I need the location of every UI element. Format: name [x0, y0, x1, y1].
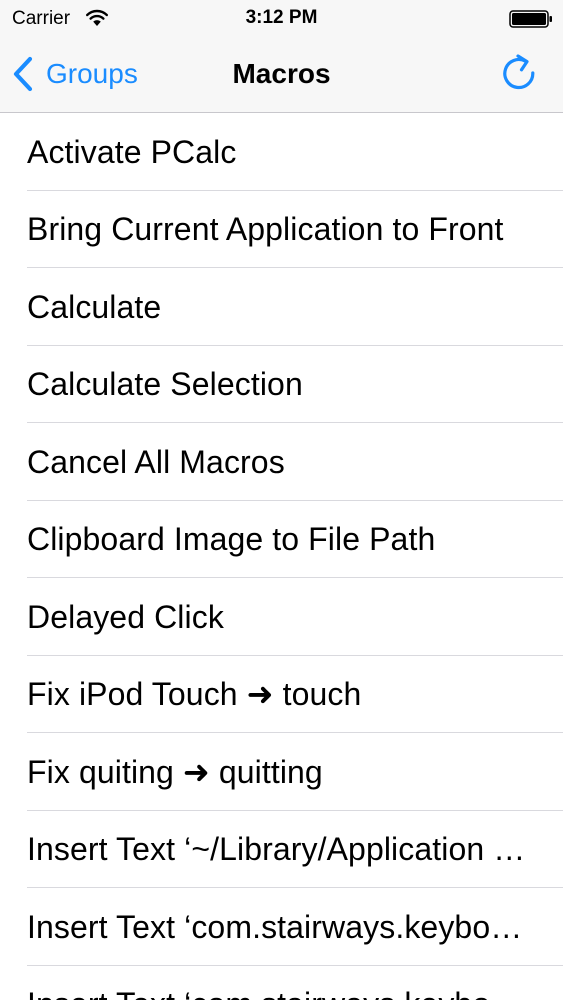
back-button[interactable]: Groups: [12, 54, 138, 94]
list-item-label: Bring Current Application to Front: [27, 211, 504, 248]
list-item[interactable]: Insert Text ‘com.stairways.keyboardmaest…: [0, 966, 563, 1000]
list-item[interactable]: Delayed Click: [0, 578, 563, 656]
navigation-bar: Groups Macros: [0, 36, 563, 113]
list-item[interactable]: Clipboard Image to File Path: [0, 501, 563, 579]
list-item[interactable]: Insert Text ‘com.stairways.keyboardmaest…: [0, 888, 563, 966]
macro-list: Activate PCalc Bring Current Application…: [0, 113, 563, 1000]
list-item[interactable]: Calculate: [0, 268, 563, 346]
back-button-label: Groups: [46, 58, 138, 89]
list-item-label: Activate PCalc: [27, 133, 237, 170]
chevron-left-icon: [13, 56, 33, 92]
list-item-label: Fix iPod Touch ➜ touch: [27, 676, 362, 713]
list-item[interactable]: Bring Current Application to Front: [0, 191, 563, 269]
list-item-label: Insert Text ‘com.stairways.keyboardmaest…: [27, 908, 535, 945]
list-item-label: Clipboard Image to File Path: [27, 521, 436, 558]
list-item-label: Delayed Click: [27, 598, 224, 635]
list-item[interactable]: Activate PCalc: [0, 113, 563, 191]
list-item[interactable]: Insert Text ‘~/Library/Application Suppo…: [0, 811, 563, 889]
list-item[interactable]: Cancel All Macros: [0, 423, 563, 501]
list-item-label: Insert Text ‘com.stairways.keyboardmaest…: [27, 984, 535, 1000]
macros-screen: Carrier 3:12 PM Groups Macros Activate P…: [0, 0, 563, 1000]
list-item-label: Insert Text ‘~/Library/Application Suppo…: [27, 831, 535, 868]
list-item-label: Calculate Selection: [27, 366, 303, 403]
refresh-icon[interactable]: [499, 52, 539, 94]
list-item[interactable]: Fix quiting ➜ quitting: [0, 733, 563, 811]
list-item-label: Calculate: [27, 288, 162, 325]
list-item[interactable]: Fix iPod Touch ➜ touch: [0, 656, 563, 734]
list-item[interactable]: Calculate Selection: [0, 346, 563, 424]
battery-icon: [509, 10, 552, 28]
status-bar: Carrier 3:12 PM: [0, 0, 563, 36]
list-item-label: Fix quiting ➜ quitting: [27, 753, 323, 790]
list-item-label: Cancel All Macros: [27, 443, 285, 480]
status-time: 3:12 PM: [245, 7, 318, 28]
